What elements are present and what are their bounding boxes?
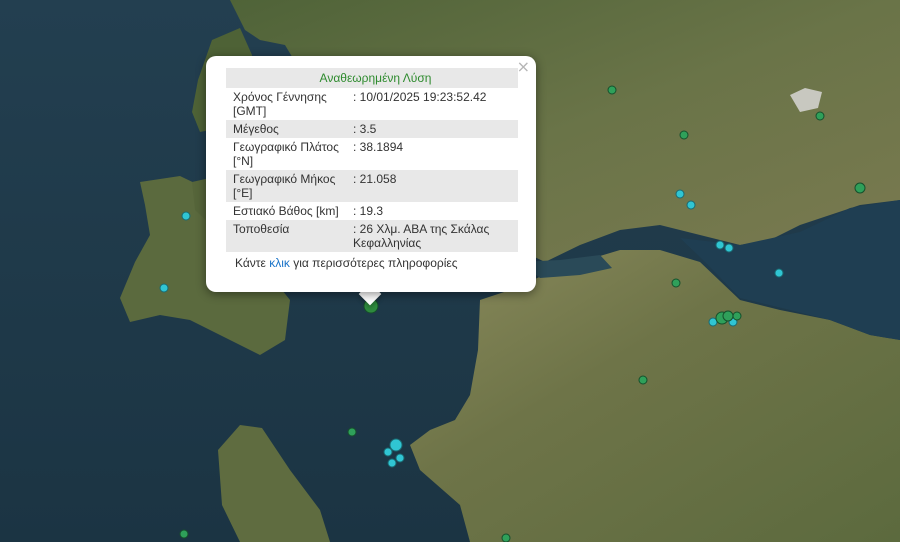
popup-title-row: Αναθεωρημένη Λύση [226, 68, 518, 88]
event-marker-recent[interactable] [774, 268, 784, 278]
event-marker-older[interactable] [607, 85, 617, 95]
location-value: : 26 Χλμ. ΑΒΑ της Σκάλας Κεφαλληνίας [349, 220, 518, 252]
event-info-popup: × Αναθεωρημένη Λύση Χρόνος Γέννησης [GMT… [206, 56, 536, 292]
depth-value: : 19.3 [353, 204, 384, 218]
event-marker-recent[interactable] [181, 211, 191, 221]
event-marker-recent[interactable] [724, 243, 734, 253]
event-marker-recent[interactable] [387, 458, 397, 468]
close-icon[interactable]: × [517, 58, 530, 76]
magnitude-value: : 3.5 [349, 120, 518, 138]
event-marker-recent[interactable] [159, 283, 169, 293]
origin-time-label: Χρόνος Γέννησης [GMT] [233, 90, 327, 118]
longitude-label: Γεωγραφικό Μήκος [°E] [226, 170, 349, 202]
magnitude-label: Μέγεθος [226, 120, 349, 138]
event-marker-recent[interactable] [383, 447, 393, 457]
event-marker-recent[interactable] [395, 453, 405, 463]
latitude-label: Γεωγραφικό Πλάτος [°N] [233, 140, 339, 168]
footer-prefix: Κάντε [235, 256, 270, 270]
info-row: Γεωγραφικό Πλάτος [°N] : 38.1894 [226, 138, 518, 170]
event-marker-older[interactable] [671, 278, 681, 288]
event-marker-older[interactable] [501, 533, 511, 542]
depth-label: Εστιακό Βάθος [km] [233, 204, 339, 218]
info-row: Γεωγραφικό Μήκος [°E] : 21.058 [226, 170, 518, 202]
info-row: Εστιακό Βάθος [km] : 19.3 [226, 202, 518, 220]
event-marker-recent[interactable] [389, 438, 403, 452]
event-marker-older[interactable] [732, 311, 742, 321]
popup-title: Αναθεωρημένη Λύση [226, 68, 518, 88]
origin-time-value: : 10/01/2025 19:23:52.42 [353, 90, 487, 104]
info-row: Μέγεθος : 3.5 [226, 120, 518, 138]
event-marker-recent[interactable] [686, 200, 696, 210]
event-marker-older[interactable] [347, 427, 357, 437]
footer-suffix: για περισσότερες πληροφορίες [289, 256, 458, 270]
event-marker-older[interactable] [815, 111, 825, 121]
event-marker-older[interactable] [679, 130, 689, 140]
event-marker-older[interactable] [638, 375, 648, 385]
longitude-value: : 21.058 [349, 170, 518, 202]
popup-footer: Κάντε κλικ για περισσότερες πληροφορίες [226, 256, 518, 270]
more-info-link[interactable]: κλικ [269, 256, 290, 270]
event-info-table: Αναθεωρημένη Λύση Χρόνος Γέννησης [GMT] … [226, 68, 518, 252]
info-row: Τοποθεσία : 26 Χλμ. ΑΒΑ της Σκάλας Κεφαλ… [226, 220, 518, 252]
event-marker-recent[interactable] [675, 189, 685, 199]
latitude-value: : 38.1894 [353, 140, 404, 154]
info-row: Χρόνος Γέννησης [GMT] : 10/01/2025 19:23… [226, 88, 518, 120]
event-marker-recent[interactable] [715, 240, 725, 250]
location-label: Τοποθεσία [226, 220, 349, 252]
event-marker-older[interactable] [722, 310, 734, 322]
event-marker-older[interactable] [854, 182, 866, 194]
event-marker-older[interactable] [179, 529, 189, 539]
